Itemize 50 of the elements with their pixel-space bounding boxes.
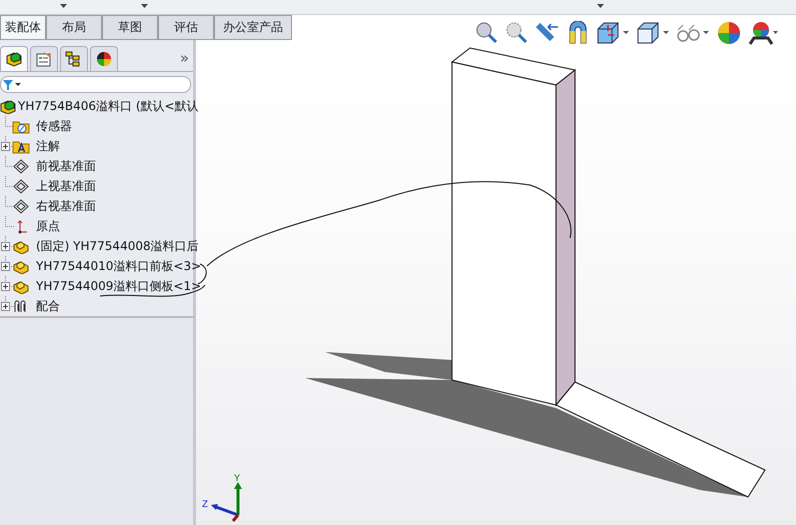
tree-item[interactable]: 传感器	[36, 118, 72, 134]
command-tab[interactable]: 装配体	[0, 15, 46, 39]
appearance-icon[interactable]	[716, 21, 742, 45]
view-orientation-icon[interactable]	[596, 21, 630, 45]
cube-icon[interactable]	[636, 21, 670, 45]
tree-item[interactable]: 前视基准面	[36, 158, 96, 174]
expand-icon[interactable]	[1, 142, 10, 151]
zoom-icon[interactable]	[474, 21, 498, 45]
color-wheel-icon	[95, 51, 113, 68]
expand-icon[interactable]	[1, 282, 10, 291]
assembly-icon	[0, 98, 16, 114]
filter-icon[interactable]	[3, 80, 21, 90]
plane-icon	[12, 158, 30, 174]
part-icon	[12, 238, 30, 254]
folder-icon	[12, 118, 30, 134]
tree-item[interactable]: YH7754B406溢料口 (默认<默认	[18, 98, 199, 114]
expand-icon[interactable]	[1, 262, 10, 271]
tree-item[interactable]: 右视基准面	[36, 198, 96, 214]
assembly-icon	[5, 51, 23, 68]
dropdown-arrow-icon[interactable]	[60, 4, 67, 8]
panel-tab[interactable]	[30, 46, 58, 72]
expand-icon[interactable]	[1, 302, 10, 311]
axis-triad: Y Z	[200, 473, 250, 523]
part-icon	[12, 258, 30, 274]
command-tab[interactable]: 布局	[46, 15, 102, 39]
dropdown-arrow-icon[interactable]	[141, 4, 148, 8]
tree-item[interactable]: YH77544010溢料口前板<3>	[36, 258, 202, 274]
property-sheet-icon	[35, 51, 53, 68]
tree-item[interactable]: 原点	[36, 218, 60, 234]
command-tab[interactable]: 办公室产品	[214, 15, 292, 39]
tree-item[interactable]: 配合	[36, 298, 60, 314]
tree-item[interactable]: 注解	[36, 138, 60, 154]
more-button[interactable]: »	[180, 49, 189, 72]
command-tab[interactable]: 评估	[158, 15, 214, 39]
folder-icon	[12, 138, 30, 154]
panel-tab[interactable]	[90, 46, 118, 72]
panel-tab[interactable]	[0, 46, 28, 72]
part-icon	[12, 278, 30, 294]
filter-field[interactable]	[0, 76, 191, 93]
plane-icon	[12, 198, 30, 214]
plane-icon	[12, 178, 30, 194]
command-tab[interactable]: 草图	[102, 15, 158, 39]
expand-icon[interactable]	[1, 242, 10, 251]
dropdown-arrow-icon[interactable]	[597, 4, 604, 8]
zoom-area-icon[interactable]	[504, 21, 528, 45]
tree-item[interactable]: 上视基准面	[36, 178, 96, 194]
tree-item[interactable]: (固定) YH77544008溢料口后	[36, 238, 199, 254]
scene-icon[interactable]	[748, 21, 778, 45]
panel-tab[interactable]	[60, 46, 88, 72]
tree-item[interactable]: YH77544009溢料口侧板<1>	[36, 278, 202, 294]
